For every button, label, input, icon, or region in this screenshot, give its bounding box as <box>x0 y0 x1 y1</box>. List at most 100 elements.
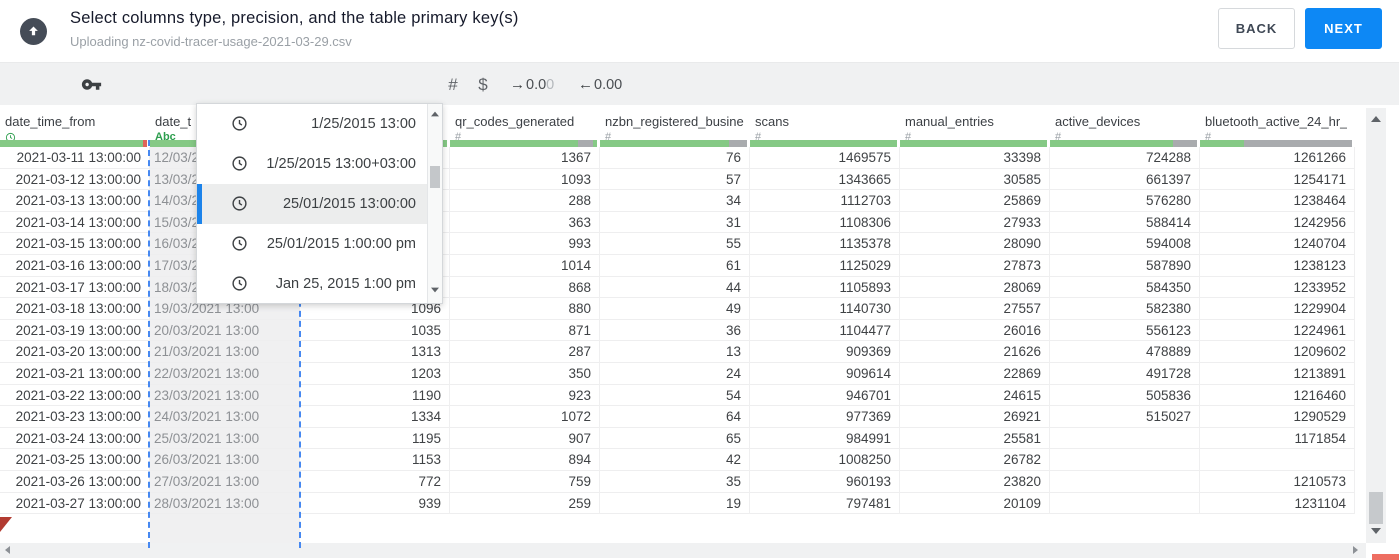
table-cell: 1135378 <box>750 233 900 255</box>
table-cell: 1125029 <box>750 255 900 277</box>
table-cell: 27/03/2021 13:00 <box>150 471 300 493</box>
date-format-option[interactable]: 25/01/2015 1:00:00 pm <box>197 224 442 264</box>
table-cell <box>1050 449 1200 471</box>
table-cell: 55 <box>600 233 750 255</box>
table-cell: 26/03/2021 13:00 <box>150 449 300 471</box>
table-cell: 2021-03-25 13:00:00 <box>0 449 150 471</box>
table-cell: 960193 <box>750 471 900 493</box>
back-button[interactable]: BACK <box>1218 8 1295 49</box>
column-type-toolbar: TT Date / time # $ →0.00 ←0.00 <box>0 62 1399 167</box>
table-cell: 923 <box>450 384 600 407</box>
scroll-down-arrow[interactable] <box>1371 528 1381 534</box>
table-cell: 588414 <box>1050 211 1200 234</box>
vertical-scroll-thumb[interactable] <box>1369 492 1383 524</box>
table-cell: 30585 <box>900 168 1050 191</box>
table-cell: 1229904 <box>1200 298 1355 320</box>
table-cell: 49 <box>600 298 750 320</box>
table-cell: 22/03/2021 13:00 <box>150 363 300 385</box>
table-cell: 909614 <box>750 363 900 385</box>
table-cell: 21626 <box>900 341 1050 363</box>
table-cell: 1334 <box>300 406 450 428</box>
table-cell: 1469575 <box>750 147 900 169</box>
vertical-scrollbar[interactable] <box>1366 108 1386 543</box>
currency-type-icon[interactable]: $ <box>470 63 496 106</box>
table-cell: 1367 <box>450 147 600 169</box>
table-cell: 33398 <box>900 147 1050 169</box>
column-qr_codes_generated[interactable]: qr_codes_generated #1367 1093 288 363 993 1014… <box>450 105 600 543</box>
date-format-option[interactable]: 25/01/2015 13:00:00 <box>197 184 442 224</box>
table-cell: 491728 <box>1050 363 1200 385</box>
table-cell: 576280 <box>1050 190 1200 212</box>
table-cell: 724288 <box>1050 147 1200 169</box>
clock-icon <box>231 155 248 172</box>
column-scans[interactable]: scans #1469575 1343665 1112703 1108306 113537… <box>750 105 900 543</box>
scroll-right-arrow[interactable] <box>1353 546 1358 554</box>
table-cell: 2021-03-11 13:00:00 <box>0 147 150 169</box>
column-quality-bar <box>1200 140 1352 147</box>
table-cell: 44 <box>600 276 750 299</box>
table-cell <box>1050 471 1200 493</box>
column-quality-bar <box>450 140 597 147</box>
column-manual_entries[interactable]: manual_entries #33398 30585 25869 27933 28090… <box>900 105 1050 543</box>
table-cell: 42 <box>600 449 750 471</box>
table-cell: 582380 <box>1050 298 1200 320</box>
table-cell: 1035 <box>300 319 450 342</box>
format-option-label: 1/25/2015 13:00+03:00 <box>266 156 416 172</box>
primary-key-icon[interactable] <box>78 63 104 106</box>
horizontal-scrollbar[interactable] <box>0 543 1366 558</box>
column-bluetooth_active_24_hr_[interactable]: bluetooth_active_24_hr_ #1261266 1254171 12… <box>1200 105 1355 543</box>
scroll-up-arrow[interactable] <box>1371 116 1381 122</box>
column-nzbn_registered_busine[interactable]: nzbn_registered_busine #76 57 34 31 55 61 44 49 3… <box>600 105 750 543</box>
table-cell: 28090 <box>900 233 1050 255</box>
table-cell: 21/03/2021 13:00 <box>150 341 300 363</box>
table-cell: 587890 <box>1050 255 1200 277</box>
clock-icon <box>231 195 248 212</box>
table-cell: 1112703 <box>750 190 900 212</box>
format-option-label: Jan 25, 2015 1:00 pm <box>275 276 416 292</box>
table-cell: 19 <box>600 492 750 515</box>
table-cell: 1213891 <box>1200 363 1355 385</box>
table-cell: 35 <box>600 471 750 493</box>
table-cell: 1104477 <box>750 319 900 342</box>
column-quality-bar <box>1050 140 1197 147</box>
format-option-label: 1/25/2015 13:00 <box>311 116 416 132</box>
table-cell: 1238464 <box>1200 190 1355 212</box>
column-header: date_t <box>155 114 192 129</box>
date-format-option[interactable]: 1/25/2015 13:00+03:00 <box>197 144 442 184</box>
table-cell: 26782 <box>900 449 1050 471</box>
date-format-option[interactable]: 1/25/2015 13:00 <box>197 104 442 144</box>
scroll-left-arrow[interactable] <box>5 546 10 554</box>
table-cell: 2021-03-22 13:00:00 <box>0 384 150 407</box>
more-rows-indicator <box>0 517 12 532</box>
menu-scroll-up-arrow[interactable] <box>431 111 439 117</box>
column-header: date_time_from <box>5 114 96 129</box>
table-cell: 880 <box>450 298 600 320</box>
date-format-option[interactable]: Jan 25, 2015 1:00 pm <box>197 264 442 303</box>
next-button[interactable]: NEXT <box>1305 8 1382 49</box>
column-date_time_from[interactable]: date_time_from 2021-03-11 13:00:00 2021-03… <box>0 105 150 543</box>
table-cell: 57 <box>600 168 750 191</box>
table-cell: 24/03/2021 13:00 <box>150 406 300 428</box>
table-cell: 1233952 <box>1200 276 1355 299</box>
table-cell: 1231104 <box>1200 492 1355 515</box>
table-cell: 1014 <box>450 255 600 277</box>
decrease-decimal-button[interactable]: ← 0.00 <box>578 63 622 106</box>
table-cell: 31 <box>600 211 750 234</box>
column-header: scans <box>755 114 789 129</box>
column-active_devices[interactable]: active_devices #724288 661397 576280 588414 5… <box>1050 105 1200 543</box>
table-cell: 515027 <box>1050 406 1200 428</box>
table-cell: 2021-03-17 13:00:00 <box>0 276 150 299</box>
table-cell: 1242956 <box>1200 211 1355 234</box>
table-cell: 1093 <box>450 168 600 191</box>
menu-scroll-down-arrow[interactable] <box>431 287 439 293</box>
increase-decimal-button[interactable]: → 0.0 0 <box>510 63 554 106</box>
table-cell: 13 <box>600 341 750 363</box>
table-cell: 1313 <box>300 341 450 363</box>
selected-column-extension <box>150 514 300 544</box>
hscrollbar-corner-indicator <box>1372 554 1399 560</box>
table-cell: 2021-03-15 13:00:00 <box>0 233 150 255</box>
number-type-icon[interactable]: # <box>440 63 466 106</box>
menu-scroll-thumb[interactable] <box>430 166 440 188</box>
menu-scrollbar[interactable] <box>427 104 442 303</box>
table-cell: 759 <box>450 471 600 493</box>
